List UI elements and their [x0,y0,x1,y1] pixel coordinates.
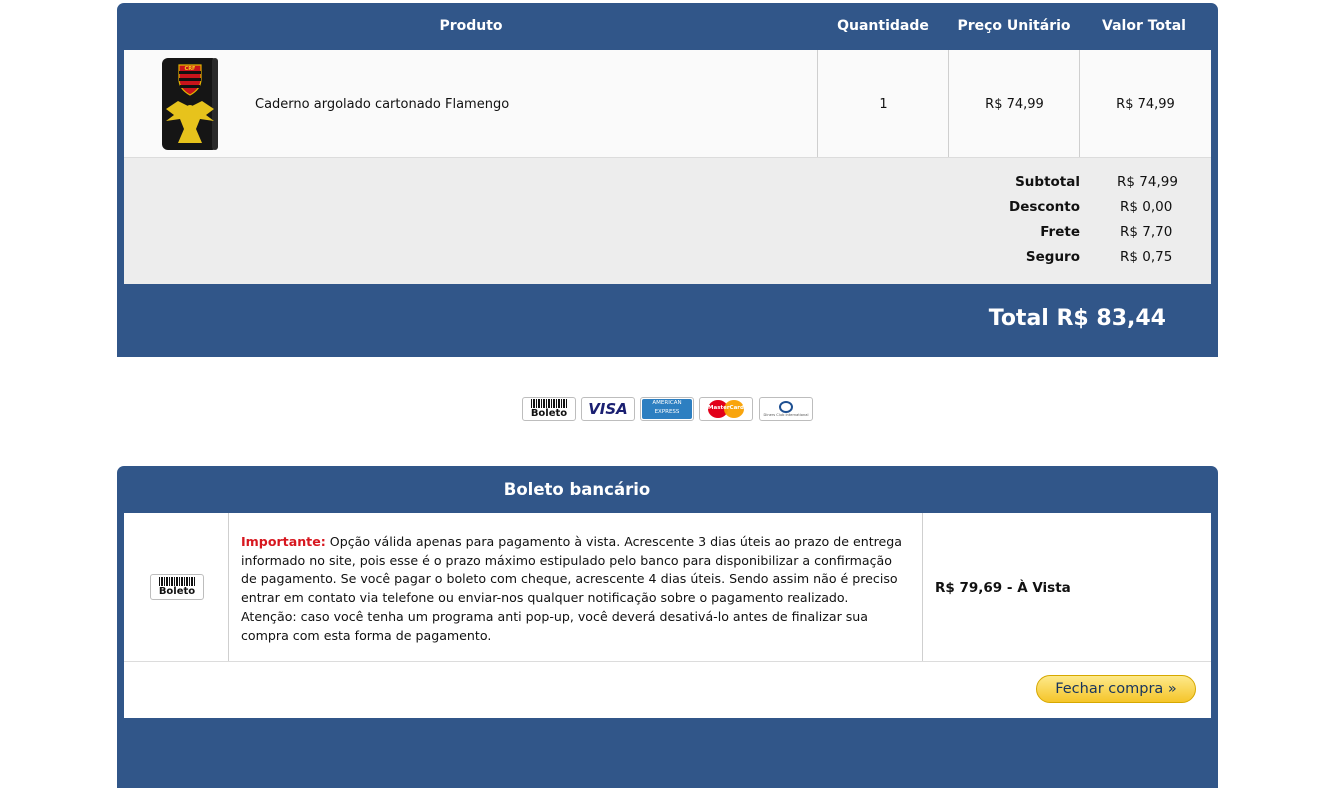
order-summary: Subtotal R$ 74,99 Desconto R$ 0,00 Frete… [124,157,1211,284]
boleto-option-icon[interactable]: Boleto [150,574,204,600]
quantity-value: 1 [879,97,888,112]
boleto-icon-label: Boleto [530,408,568,419]
boleto-icon-cell: Boleto [124,513,228,661]
boleto-panel: Boleto bancário Boleto Importante: Opção… [117,466,1218,788]
grand-total: Total R$ 83,44 [988,306,1166,331]
insurance-value: R$ 0,75 [1120,249,1173,265]
visa-icon[interactable]: VISA [581,397,635,421]
discount-value: R$ 0,00 [1120,199,1173,215]
amex-label: AMERICAN EXPRESS [642,399,692,419]
unit-price-cell: R$ 74,99 [948,50,1080,157]
unit-price-value: R$ 74,99 [985,97,1044,112]
insurance-label: Seguro [1025,249,1080,265]
product-name[interactable]: Caderno argolado cartonado Flamengo [255,97,509,112]
diners-graphic [779,400,793,413]
subtotal-label: Subtotal [1015,174,1080,190]
boleto-title: Boleto bancário [503,480,651,499]
boleto-description-text: Opção válida apenas para pagamento à vis… [241,534,903,643]
boleto-price: R$ 79,69 - À Vista [935,580,1071,596]
header-product: Produto [439,18,503,34]
shipping-label: Frete [1040,224,1080,240]
mastercard-icon[interactable]: MasterCard [699,397,753,421]
amex-icon[interactable]: AMERICAN EXPRESS [640,397,694,421]
boleto-option-row: Boleto Importante: Opção válida apenas p… [124,513,1211,661]
close-purchase-button[interactable]: Fechar compra » [1036,675,1196,703]
visa-label: VISA [588,400,628,418]
mastercard-graphic: MasterCard [706,400,746,418]
product-thumbnail[interactable]: CRF [160,57,220,151]
cart-item-row: CRF Caderno argolado cartonado Flamengo … [124,50,1211,157]
boleto-footer: Fechar compra » [124,661,1211,718]
discount-label: Desconto [1008,199,1080,215]
total-value: R$ 74,99 [1116,97,1175,112]
subtotal-value: R$ 74,99 [1117,174,1178,190]
shipping-value: R$ 7,70 [1120,224,1173,240]
svg-text:CRF: CRF [185,66,196,72]
quantity-cell: 1 [817,50,949,157]
notebook-image: CRF [162,58,218,150]
total-value-cell: R$ 74,99 [1079,50,1211,157]
header-quantity: Quantidade [837,18,929,34]
diners-label: Diners Club International [763,412,809,417]
barcode-graphic [531,399,567,408]
boleto-description: Importante: Opção válida apenas para pag… [241,533,907,645]
diners-icon[interactable]: Diners Club International [759,397,813,421]
header-total-value: Valor Total [1102,18,1186,34]
mastercard-label: MasterCard [708,405,744,411]
barcode-graphic [159,577,195,586]
cart-panel: Produto Quantidade Preço Unitário Valor … [117,3,1218,357]
important-label: Importante: [241,534,326,549]
boleto-option-icon-label: Boleto [158,586,196,597]
header-unit-price: Preço Unitário [957,18,1071,34]
boleto-icon[interactable]: Boleto [522,397,576,421]
